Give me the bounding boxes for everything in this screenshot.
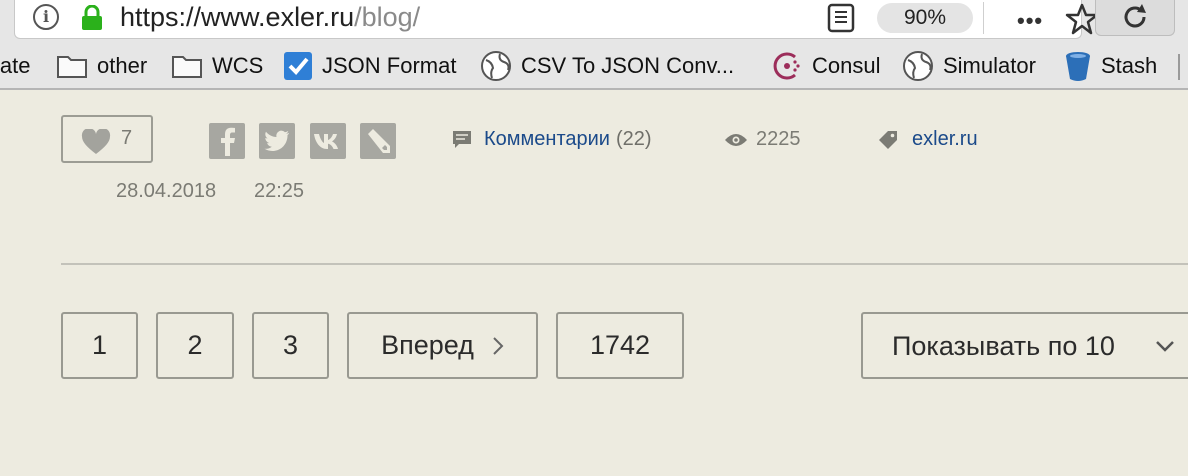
chevron-down-icon [1156, 341, 1174, 352]
eye-icon [725, 133, 747, 146]
views-counter: 2225 [724, 128, 801, 151]
post-date: 28.04.2018 [116, 180, 217, 202]
folder-icon [57, 56, 87, 78]
tag-icon [879, 130, 897, 149]
bookmark-folder-other[interactable]: other [56, 49, 147, 83]
like-count: 7 [121, 127, 133, 149]
last-page-button[interactable]: 1742 [556, 312, 684, 379]
tag-label: exler.ru [912, 128, 978, 150]
bookmark-star-icon[interactable] [1065, 2, 1099, 36]
bookmark-label: JSON Format [322, 53, 457, 78]
more-actions-icon[interactable]: ••• [1017, 8, 1043, 34]
consul-icon [773, 52, 800, 80]
bookmark-stash[interactable]: Stash [1064, 49, 1157, 83]
bookmark-simulator[interactable]: Simulator [902, 49, 1036, 83]
bookmark-label: Consul [812, 53, 881, 78]
bookmark-folder-wcs[interactable]: WCS [171, 49, 263, 83]
bookmark-label: CSV To JSON Conv... [521, 53, 735, 78]
bookmark-label: Simulator [943, 53, 1036, 78]
url-text[interactable]: https://www.exler.ru/blog/ [120, 2, 420, 33]
bookmark-json-format[interactable]: JSON Format [283, 49, 456, 83]
bookmark-label: late [0, 53, 31, 78]
divider [61, 263, 1188, 265]
comments-count: (22) [615, 128, 652, 150]
checkbox-icon [284, 52, 312, 80]
chevron-right-icon [493, 336, 504, 355]
per-page-label: Показывать по 10 [892, 331, 1115, 361]
facebook-icon [221, 127, 235, 156]
toolbar-separator [983, 2, 984, 34]
share-vk-button[interactable] [310, 123, 346, 159]
browser-toolbar: i https://www.exler.ru/blog/ 90% ••• [0, 0, 1188, 44]
bookmarks-overflow[interactable] [1178, 54, 1188, 80]
page-2-button[interactable]: 2 [156, 312, 234, 379]
zoom-level-button[interactable]: 90% [877, 3, 973, 33]
page-1-button[interactable]: 1 [61, 312, 138, 379]
views-count: 2225 [756, 128, 801, 150]
bookmark-item[interactable]: late [0, 49, 30, 83]
comments-link[interactable]: Комментарии (22) [452, 128, 652, 151]
tag-link[interactable]: exler.ru [878, 128, 978, 151]
info-icon[interactable]: i [33, 4, 59, 30]
vk-icon [314, 134, 338, 149]
next-page-label: Вперед [381, 330, 474, 360]
comment-icon [453, 130, 471, 148]
share-twitter-button[interactable] [259, 123, 295, 159]
like-button[interactable]: 7 [61, 115, 153, 163]
reload-icon [1124, 4, 1146, 28]
bookmark-label: other [97, 53, 148, 78]
globe-icon [903, 51, 933, 81]
comments-label: Комментарии [484, 128, 610, 150]
livejournal-icon [368, 129, 390, 153]
folder-icon [172, 56, 202, 78]
twitter-icon [264, 130, 289, 151]
post-time: 22:25 [254, 180, 305, 202]
share-facebook-button[interactable] [209, 123, 245, 159]
url-host: https://www.exler.ru [120, 2, 355, 32]
bookmark-label: WCS [212, 53, 264, 78]
next-page-button[interactable]: Вперед [347, 312, 538, 379]
reader-view-icon[interactable] [827, 3, 855, 33]
url-path: /blog/ [354, 2, 421, 32]
bucket-icon [1066, 52, 1090, 81]
heart-icon [81, 129, 111, 154]
bookmark-consul[interactable]: Consul [771, 49, 880, 83]
share-livejournal-button[interactable] [360, 123, 396, 159]
reload-button[interactable] [1095, 0, 1175, 36]
bookmark-csv-to-json[interactable]: CSV To JSON Conv... [480, 49, 734, 83]
bookmark-label: Stash [1101, 53, 1158, 78]
globe-icon [481, 51, 511, 81]
address-bar[interactable]: i https://www.exler.ru/blog/ 90% ••• [14, 0, 1099, 39]
bookmarks-bar: late other WCS JSON Format CSV To JSON C… [0, 44, 1188, 90]
lock-icon [82, 5, 102, 30]
per-page-select[interactable]: Показывать по 10 [861, 312, 1188, 379]
page-3-button[interactable]: 3 [252, 312, 329, 379]
